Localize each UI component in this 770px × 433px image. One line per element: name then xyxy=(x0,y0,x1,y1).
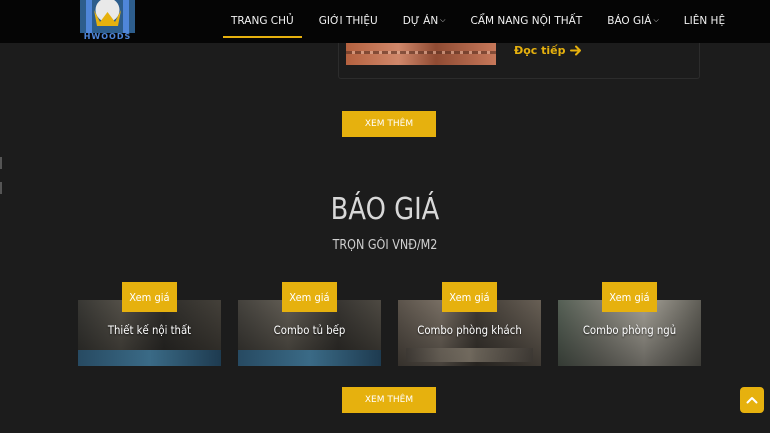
nav-item-du-an[interactable]: DỰ ÁN ⌵ xyxy=(403,15,446,29)
price-card-label: Combo phòng khách xyxy=(417,323,522,337)
arrow-right-icon xyxy=(569,45,581,56)
nav-label: CẨM NANG NỘI THẤT xyxy=(470,14,583,27)
price-card-label: Combo tủ bếp xyxy=(273,323,346,337)
more-button-pricing[interactable]: XEM THÊM xyxy=(342,387,436,413)
side-scroll-mark xyxy=(0,182,2,194)
view-price-label: Xem giá xyxy=(289,290,330,304)
chevron-down-icon: ⌵ xyxy=(653,16,659,24)
view-price-button[interactable]: Xem giá xyxy=(602,282,657,312)
view-price-button[interactable]: Xem giá xyxy=(282,282,337,312)
chevron-up-icon xyxy=(746,397,758,404)
chevron-down-icon: ⌵ xyxy=(440,16,446,24)
read-more-label: Đọc tiếp xyxy=(514,44,566,57)
site-header: HWOODS TRANG CHỦ GIỚI THIỆU DỰ ÁN ⌵ CẨM … xyxy=(0,0,770,43)
nav-item-lien-he[interactable]: LIÊN HỆ xyxy=(684,15,725,29)
more-button-label: XEM THÊM xyxy=(364,119,414,129)
section-subtitle: TRỌN GÓI VNĐ/M2 xyxy=(332,238,438,253)
price-card-label: Thiết kế nội thất xyxy=(107,323,192,337)
nav-item-cam-nang[interactable]: CẨM NANG NỘI THẤT xyxy=(470,15,582,29)
nav-label: GIỚI THIỆU xyxy=(318,14,378,27)
view-price-label: Xem giá xyxy=(609,290,650,304)
view-price-label: Xem giá xyxy=(449,290,490,304)
view-price-button[interactable]: Xem giá xyxy=(122,282,177,312)
view-price-button[interactable]: Xem giá xyxy=(442,282,497,312)
nav-label: TRANG CHỦ xyxy=(231,14,294,27)
read-more-link[interactable]: Đọc tiếp xyxy=(514,44,582,57)
section-title: BÁO GIÁ xyxy=(330,192,440,227)
price-card-label: Combo phòng ngủ xyxy=(582,323,677,337)
logo-text: HWOODS xyxy=(83,32,132,41)
nav-item-gioi-thieu[interactable]: GIỚI THIỆU xyxy=(319,15,378,29)
more-button-blog[interactable]: XEM THÊM xyxy=(342,111,436,137)
site-logo[interactable]: HWOODS xyxy=(80,0,135,43)
side-scroll-mark xyxy=(0,157,2,169)
nav-item-trang-chu[interactable]: TRANG CHỦ xyxy=(223,14,302,38)
blog-card-image[interactable] xyxy=(346,43,496,65)
nav-label: LIÊN HỆ xyxy=(683,14,726,27)
back-to-top-button[interactable] xyxy=(740,387,764,413)
nav-item-bao-gia[interactable]: BÁO GIÁ ⌵ xyxy=(607,15,659,29)
nav-label: DỰ ÁN xyxy=(402,14,439,27)
main-nav: TRANG CHỦ GIỚI THIỆU DỰ ÁN ⌵ CẨM NANG NỘ… xyxy=(223,0,750,43)
nav-label: BÁO GIÁ xyxy=(607,14,652,27)
more-button-label: XEM THÊM xyxy=(364,395,414,405)
view-price-label: Xem giá xyxy=(129,290,170,304)
